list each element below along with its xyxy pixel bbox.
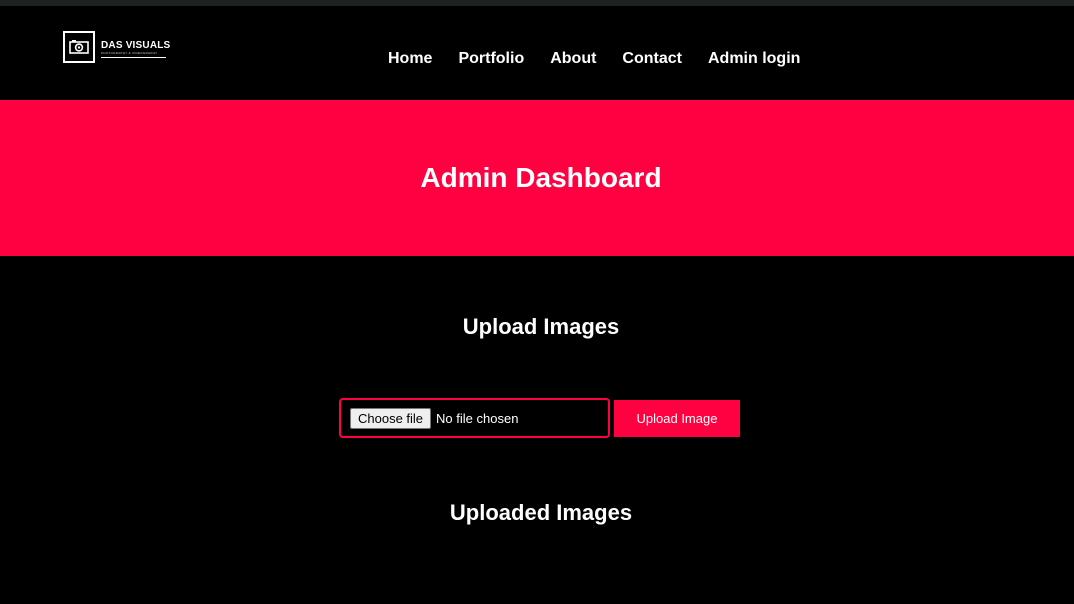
nav-about[interactable]: About bbox=[550, 49, 596, 68]
site-logo[interactable]: DAS VISUALS PHOTOGRAPHY & VIDEOGRAPHY bbox=[63, 31, 170, 63]
page-title: Admin Dashboard bbox=[420, 162, 662, 193]
choose-file-button[interactable]: Choose file bbox=[350, 407, 432, 429]
brand-name: DAS VISUALS bbox=[101, 40, 171, 51]
camera-icon bbox=[63, 31, 95, 63]
uploaded-images-title: Uploaded Images bbox=[449, 500, 633, 525]
upload-section-title: Upload Images bbox=[462, 314, 620, 339]
brand-underline bbox=[101, 57, 166, 58]
file-input[interactable]: Choose file No file chosen bbox=[339, 398, 610, 438]
upload-form: Choose file No file chosen Upload Image bbox=[339, 398, 740, 438]
site-header: DAS VISUALS PHOTOGRAPHY & VIDEOGRAPHY Ho… bbox=[0, 6, 1074, 100]
nav-contact[interactable]: Contact bbox=[622, 49, 682, 68]
main-nav: Home Portfolio About Contact Admin login bbox=[388, 49, 800, 68]
hero-banner: Admin Dashboard bbox=[0, 100, 1074, 256]
dashboard-content: Upload Images Choose file No file chosen… bbox=[0, 256, 1074, 604]
file-status-text: No file chosen bbox=[436, 410, 519, 426]
nav-home[interactable]: Home bbox=[388, 49, 432, 68]
brand-tagline: PHOTOGRAPHY & VIDEOGRAPHY bbox=[101, 51, 158, 55]
nav-portfolio[interactable]: Portfolio bbox=[458, 49, 524, 68]
upload-image-button[interactable]: Upload Image bbox=[614, 399, 740, 437]
nav-admin-login[interactable]: Admin login bbox=[708, 49, 800, 68]
